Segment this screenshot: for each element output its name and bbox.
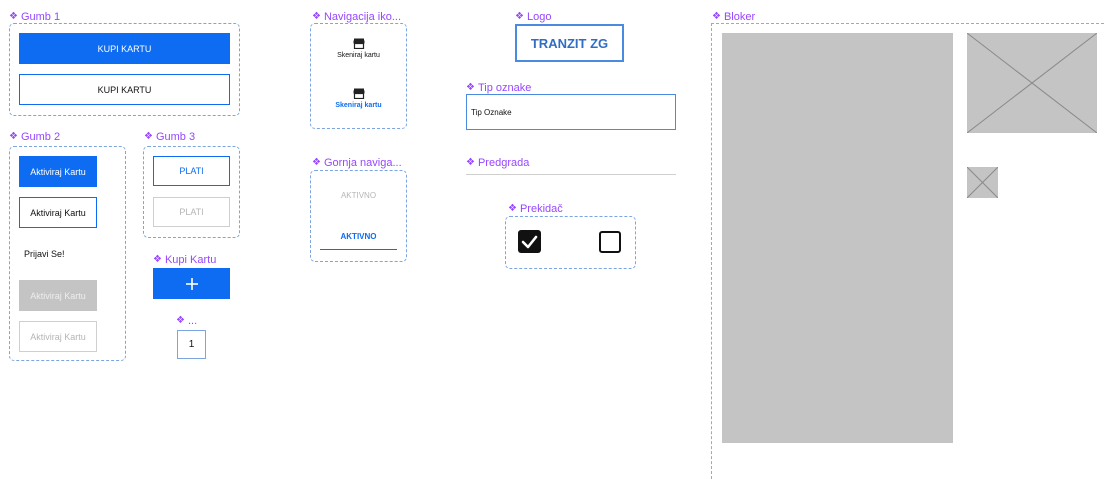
component-icon: ❖ [176, 315, 185, 326]
tab-aktivno-active[interactable]: AKTIVNO [320, 224, 397, 250]
component-icon: ❖ [515, 11, 524, 22]
prijavi-se-link[interactable]: Prijavi Se! [24, 249, 65, 259]
aktiviraj-kartu-outline-button[interactable]: Aktiviraj Kartu [19, 197, 97, 228]
plati-button[interactable]: PLATI [153, 156, 230, 186]
predgrada-label: ❖ Predgrada [466, 157, 529, 169]
predgrada-label-text: Predgrada [477, 157, 530, 169]
bloker-label: ❖ Bloker [712, 11, 755, 23]
image-placeholder-icon [966, 166, 999, 199]
gornja-label-text: Gornja naviga... [323, 157, 402, 169]
predgrada-divider [466, 174, 676, 175]
checkbox-checked[interactable] [518, 230, 541, 253]
component-icon: ❖ [508, 203, 517, 214]
image-placeholder-large [966, 32, 1098, 134]
gornja-label: ❖ Gornja naviga... [312, 157, 402, 169]
nav-item-skeniraj-active[interactable]: Skeniraj kartu [315, 88, 402, 116]
aktiviraj-kartu-disabled-button: Aktiviraj Kartu [19, 280, 97, 311]
tab-aktivno-inactive[interactable]: AKTIVNO [320, 182, 397, 208]
prekidac-label: ❖ Prekidač [508, 203, 563, 215]
counter-label: ❖ ... [176, 315, 197, 327]
component-icon: ❖ [9, 11, 18, 22]
aktiviraj-kartu-disabled-outline-button: Aktiviraj Kartu [19, 321, 97, 352]
checkbox-unchecked[interactable] [599, 231, 621, 253]
counter-field[interactable]: 1 [177, 330, 206, 359]
nav-item-skeniraj[interactable]: Skeniraj kartu [315, 38, 402, 66]
tip-oznake-input[interactable]: Tip Oznake [466, 94, 676, 130]
counter-label-text: ... [187, 315, 198, 327]
kupi-kartu-label: ❖ Kupi Kartu [153, 254, 216, 266]
gumb1-label: ❖ Gumb 1 [9, 11, 60, 23]
gumb1-label-text: Gumb 1 [20, 11, 61, 23]
tip-oznake-label: ❖ Tip oznake [466, 82, 531, 94]
logo-label-text: Logo [526, 11, 552, 23]
prekidac-label-text: Prekidač [519, 203, 563, 215]
component-icon: ❖ [144, 131, 153, 142]
component-icon: ❖ [466, 157, 475, 168]
kupi-kartu-add-button[interactable] [153, 268, 230, 299]
kupi-kartu-label-text: Kupi Kartu [164, 254, 217, 266]
kupi-kartu-outline-button[interactable]: KUPI KARTU [19, 74, 230, 105]
store-icon [353, 88, 364, 99]
tip-oznake-label-text: Tip oznake [477, 82, 532, 94]
component-icon: ❖ [153, 254, 162, 265]
kupi-kartu-primary-button[interactable]: KUPI KARTU [19, 33, 230, 64]
logo-label: ❖ Logo [515, 11, 551, 23]
logo: TRANZIT ZG [515, 24, 624, 62]
gumb3-label: ❖ Gumb 3 [144, 131, 195, 143]
bloker-label-text: Bloker [723, 11, 756, 23]
gumb2-label: ❖ Gumb 2 [9, 131, 60, 143]
navigacija-label: ❖ Navigacija iko... [312, 11, 401, 23]
checkmark-icon [521, 235, 538, 249]
navigacija-label-text: Navigacija iko... [323, 11, 402, 23]
image-placeholder-icon [966, 32, 1098, 134]
gumb2-label-text: Gumb 2 [20, 131, 61, 143]
component-icon: ❖ [9, 131, 18, 142]
image-placeholder-small [966, 166, 999, 199]
gumb3-label-text: Gumb 3 [155, 131, 196, 143]
placeholder-block [722, 33, 953, 443]
nav-item-label-active: Skeniraj kartu [335, 102, 382, 109]
component-icon: ❖ [466, 82, 475, 93]
plati-disabled-button: PLATI [153, 197, 230, 227]
plus-icon [185, 277, 198, 290]
component-icon: ❖ [312, 11, 321, 22]
component-icon: ❖ [312, 157, 321, 168]
store-icon [353, 38, 364, 49]
component-icon: ❖ [712, 11, 721, 22]
nav-item-label: Skeniraj kartu [337, 52, 380, 59]
aktiviraj-kartu-primary-button[interactable]: Aktiviraj Kartu [19, 156, 97, 187]
